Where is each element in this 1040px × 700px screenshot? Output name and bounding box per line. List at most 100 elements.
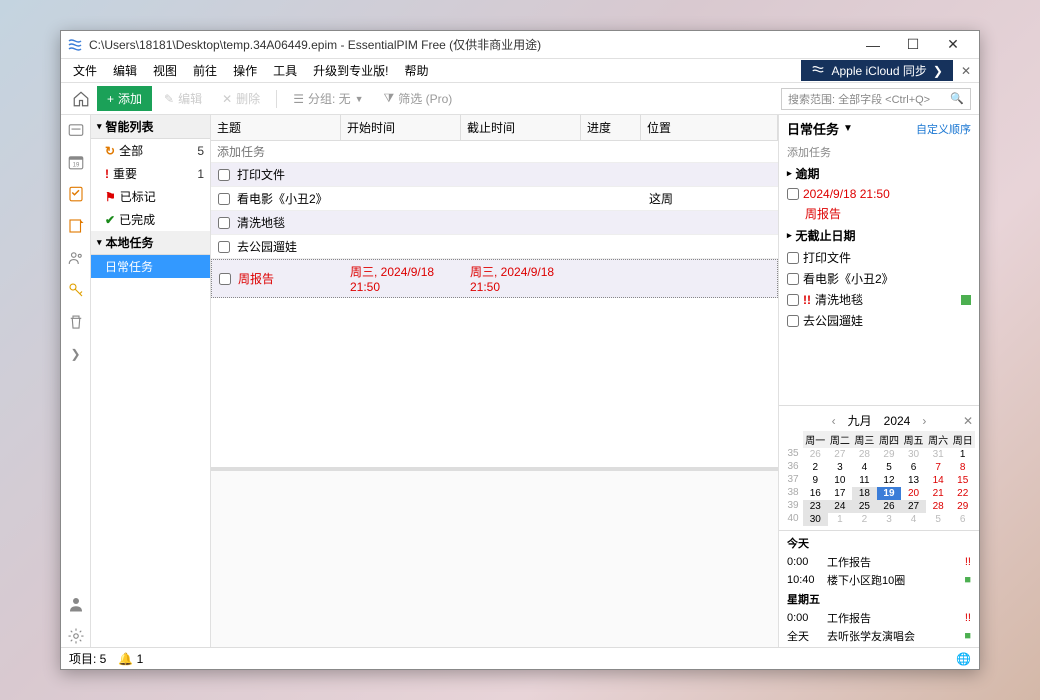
right-task[interactable]: 去公园遛娃: [779, 310, 979, 331]
home-icon[interactable]: [69, 87, 93, 111]
menu-工具[interactable]: 工具: [265, 62, 305, 80]
agenda-row[interactable]: 0:00工作报告!!: [779, 609, 979, 627]
add-task-row[interactable]: [211, 141, 778, 163]
notes-icon[interactable]: [65, 215, 87, 237]
cal-day[interactable]: 8: [950, 461, 975, 474]
menu-操作[interactable]: 操作: [225, 62, 265, 80]
tree-item[interactable]: !重要1: [91, 162, 210, 185]
cal-prev[interactable]: ‹: [832, 414, 836, 428]
cal-day[interactable]: 22: [950, 487, 975, 500]
tree-item[interactable]: 日常任务: [91, 255, 210, 278]
agenda-row[interactable]: 全天去听张学友演唱会■: [779, 627, 979, 645]
cal-day[interactable]: 4: [852, 461, 877, 474]
cal-day[interactable]: 3: [828, 461, 853, 474]
tree-group-local[interactable]: ▾ 本地任务: [91, 231, 210, 255]
task-row[interactable]: 打印文件: [211, 163, 778, 187]
task-row[interactable]: 周报告周三, 2024/9/18 21:50周三, 2024/9/18 21:5…: [211, 259, 778, 298]
trash-icon[interactable]: [65, 311, 87, 333]
task-checkbox[interactable]: [787, 273, 799, 285]
task-row[interactable]: 看电影《小丑2》这周: [211, 187, 778, 211]
right-task[interactable]: 2024/9/18 21:50: [779, 185, 979, 203]
cal-day[interactable]: 5: [877, 461, 902, 474]
task-checkbox[interactable]: [787, 188, 799, 200]
task-row[interactable]: 去公园遛娃: [211, 235, 778, 259]
bell-icon[interactable]: 🔔 1: [118, 652, 143, 666]
cal-day[interactable]: 19: [877, 487, 902, 500]
cal-day[interactable]: 4: [901, 513, 926, 526]
task-checkbox[interactable]: [787, 294, 799, 306]
cal-day[interactable]: 5: [926, 513, 951, 526]
agenda-row[interactable]: 0:00工作报告!!: [779, 553, 979, 571]
cal-day[interactable]: 20: [901, 487, 926, 500]
task-checkbox[interactable]: [217, 241, 231, 253]
task-checkbox[interactable]: [787, 315, 799, 327]
group-nodate[interactable]: ▸无截止日期: [779, 224, 979, 247]
icloud-close-button[interactable]: ✕: [957, 64, 975, 78]
tasks-icon[interactable]: [65, 183, 87, 205]
cal-day[interactable]: 14: [926, 474, 951, 487]
cal-day[interactable]: 26: [877, 500, 902, 513]
agenda-row[interactable]: 10:40楼下小区跑10圈■: [779, 571, 979, 589]
search-input[interactable]: 搜索范围: 全部字段 <Ctrl+Q> 🔍: [781, 88, 971, 110]
gear-icon[interactable]: [65, 625, 87, 647]
cal-day[interactable]: 17: [828, 487, 853, 500]
menu-升级到专业版![interactable]: 升级到专业版!: [305, 62, 396, 80]
right-task[interactable]: 打印文件: [779, 247, 979, 268]
icloud-sync-banner[interactable]: Apple iCloud 同步 ❯: [801, 60, 952, 81]
filter-button[interactable]: ⧩ 筛选 (Pro): [376, 86, 461, 111]
cal-day[interactable]: 24: [828, 500, 853, 513]
right-add-task[interactable]: 添加任务: [779, 142, 979, 162]
col-location[interactable]: 位置: [641, 115, 778, 140]
globe-icon[interactable]: 🌐: [956, 652, 971, 666]
cal-day[interactable]: 1: [828, 513, 853, 526]
cal-day[interactable]: 29: [877, 448, 902, 461]
menu-帮助[interactable]: 帮助: [396, 62, 436, 80]
collapse-icon[interactable]: ❯: [65, 343, 87, 365]
user-icon[interactable]: [65, 593, 87, 615]
cal-day[interactable]: 10: [828, 474, 853, 487]
col-progress[interactable]: 进度: [581, 115, 641, 140]
col-end[interactable]: 截止时间: [461, 115, 581, 140]
minimize-button[interactable]: —: [853, 32, 893, 58]
tree-item[interactable]: ✔已完成: [91, 208, 210, 231]
cal-day[interactable]: 27: [828, 448, 853, 461]
menu-编辑[interactable]: 编辑: [105, 62, 145, 80]
cal-day[interactable]: 31: [926, 448, 951, 461]
cal-day[interactable]: 6: [901, 461, 926, 474]
cal-day[interactable]: 25: [852, 500, 877, 513]
tree-group-smart[interactable]: ▾ 智能列表: [91, 115, 210, 139]
tree-item[interactable]: ⚑已标记: [91, 185, 210, 208]
cal-day[interactable]: 21: [926, 487, 951, 500]
menu-文件[interactable]: 文件: [65, 62, 105, 80]
cal-day[interactable]: 30: [901, 448, 926, 461]
edit-button[interactable]: ✎ 编辑: [156, 86, 210, 111]
contacts-icon[interactable]: [65, 119, 87, 141]
right-task[interactable]: 看电影《小丑2》: [779, 268, 979, 289]
cal-day[interactable]: 12: [877, 474, 902, 487]
cal-next[interactable]: ›: [922, 414, 926, 428]
col-subject[interactable]: 主题: [211, 115, 341, 140]
passwords-icon[interactable]: [65, 279, 87, 301]
cal-day[interactable]: 27: [901, 500, 926, 513]
cal-day[interactable]: 2: [852, 513, 877, 526]
cal-day[interactable]: 2: [803, 461, 828, 474]
cal-day[interactable]: 6: [950, 513, 975, 526]
add-task-input[interactable]: [211, 142, 778, 162]
task-row[interactable]: 清洗地毯: [211, 211, 778, 235]
tree-item[interactable]: ↻全部5: [91, 139, 210, 162]
calendar-icon[interactable]: 19: [65, 151, 87, 173]
task-checkbox[interactable]: [218, 273, 232, 285]
task-checkbox[interactable]: [217, 169, 231, 181]
cal-day[interactable]: 29: [950, 500, 975, 513]
cal-day[interactable]: 23: [803, 500, 828, 513]
cal-day[interactable]: 18: [852, 487, 877, 500]
people-icon[interactable]: [65, 247, 87, 269]
cal-day[interactable]: 28: [852, 448, 877, 461]
custom-order-link[interactable]: 自定义顺序: [916, 121, 971, 137]
cal-day[interactable]: 28: [926, 500, 951, 513]
cal-day[interactable]: 3: [877, 513, 902, 526]
group-button[interactable]: ☰ 分组: 无 ▼: [285, 86, 371, 111]
task-checkbox[interactable]: [217, 217, 231, 229]
cal-day[interactable]: 16: [803, 487, 828, 500]
menu-前往[interactable]: 前往: [185, 62, 225, 80]
